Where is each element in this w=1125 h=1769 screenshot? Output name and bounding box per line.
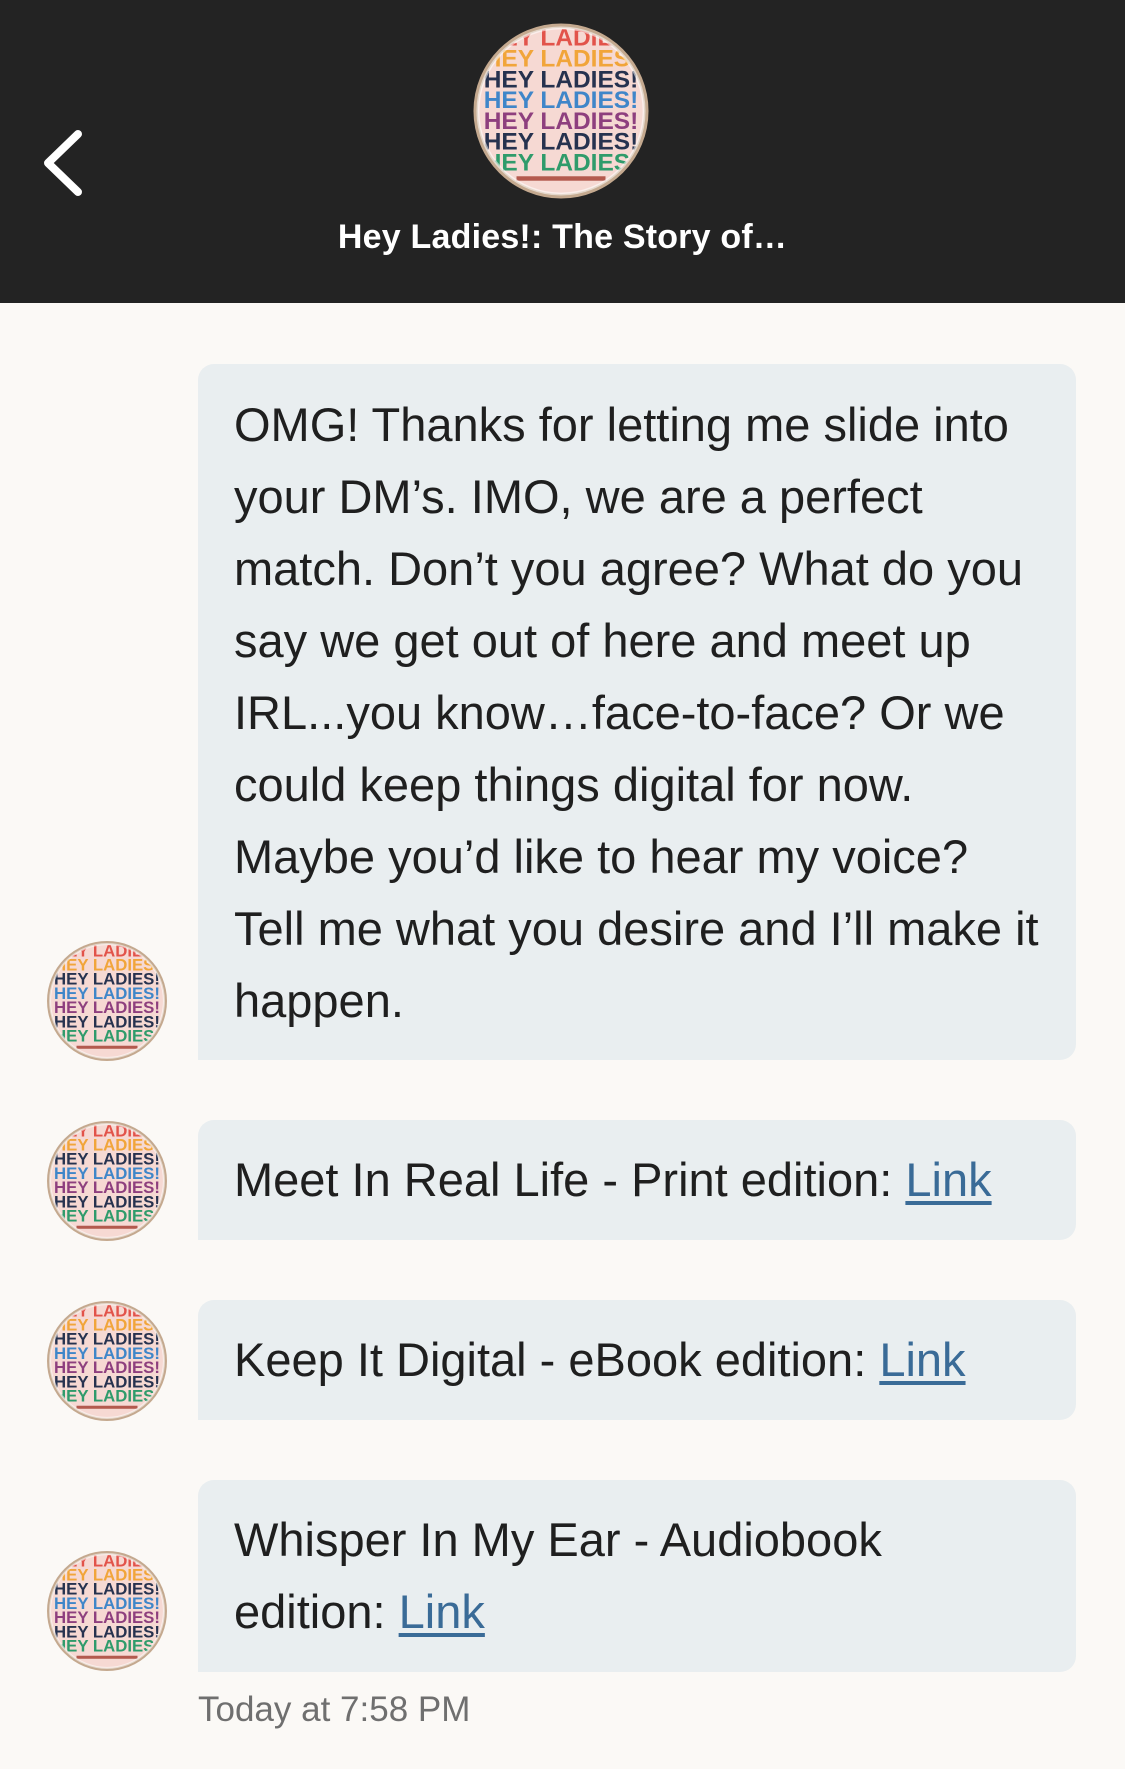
- book-cover-avatar-icon: [472, 22, 650, 200]
- message-timestamp: Today at 7:58 PM: [198, 1690, 471, 1729]
- book-cover-avatar-icon: [46, 940, 168, 1062]
- chevron-left-icon: [44, 130, 82, 196]
- book-cover-avatar-icon: [46, 1120, 168, 1242]
- message-bubble: Keep It Digital - eBook edition: Link: [198, 1300, 1076, 1420]
- conversation-avatar[interactable]: [472, 22, 650, 200]
- message-text: Keep It Digital - eBook edition:: [234, 1333, 880, 1386]
- book-cover-avatar-icon: [46, 1550, 168, 1672]
- sender-avatar[interactable]: [46, 1300, 168, 1422]
- print-edition-link[interactable]: Link: [905, 1153, 991, 1206]
- book-cover-avatar-icon: [46, 1300, 168, 1422]
- sender-avatar[interactable]: [46, 1550, 168, 1672]
- chat-header: Hey Ladies!: The Story of…: [0, 0, 1125, 303]
- audiobook-edition-link[interactable]: Link: [399, 1585, 485, 1638]
- sender-avatar[interactable]: [46, 1120, 168, 1242]
- back-button[interactable]: [38, 128, 90, 198]
- message-bubble: Whisper In My Ear - Audiobook edition: L…: [198, 1480, 1076, 1672]
- message-bubble: OMG! Thanks for letting me slide into yo…: [198, 364, 1076, 1060]
- message-text: Whisper In My Ear - Audiobook edition:: [234, 1513, 882, 1638]
- conversation-title[interactable]: Hey Ladies!: The Story of…: [0, 218, 1125, 257]
- message-text: Meet In Real Life - Print edition:: [234, 1153, 906, 1206]
- message-bubble: Meet In Real Life - Print edition: Link: [198, 1120, 1076, 1240]
- ebook-edition-link[interactable]: Link: [879, 1333, 965, 1386]
- sender-avatar[interactable]: [46, 940, 168, 1062]
- message-text: OMG! Thanks for letting me slide into yo…: [234, 398, 1039, 1027]
